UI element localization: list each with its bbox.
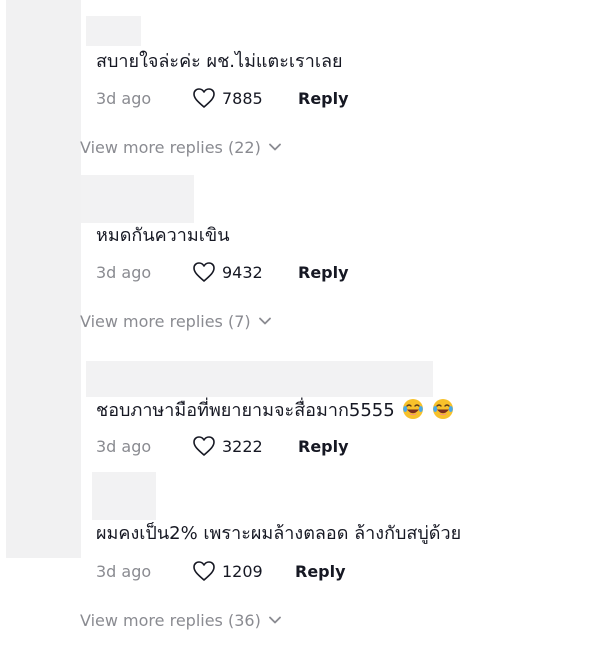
view-more-replies-label: View more replies (22) [80,137,261,157]
comment-meta: 3d ago 9432 Reply [96,260,349,284]
laughing-tears-emoji [433,399,454,419]
reply-button[interactable]: Reply [298,263,349,282]
like-count: 9432 [222,262,263,282]
comment-meta: 3d ago 3222 Reply [96,434,349,458]
comment-timestamp: 3d ago [96,561,152,581]
view-more-replies-button[interactable]: View more replies (7) [80,309,271,333]
comment-text: สบายใจล่ะค่ะ ผช.ไม่แตะเราเลย [96,51,343,72]
reply-button[interactable]: Reply [295,562,346,581]
hidden-username [81,175,194,223]
chevron-down-icon [268,616,281,624]
comment-text-body: ชอบภาษามือที่พยายามจะสื่อมาก5555 [96,400,395,421]
heart-outline-icon [193,88,215,108]
view-more-replies-button[interactable]: View more replies (36) [80,608,281,632]
heart-outline-icon [193,262,215,282]
hidden-avatar-column [6,0,81,558]
like-count: 3222 [222,436,263,456]
heart-outline-icon [193,561,215,581]
hidden-username [86,16,141,46]
like-button[interactable]: 3222 [192,435,298,457]
comment-text: ชอบภาษามือที่พยายามจะสื่อมาก5555 [96,398,454,423]
comment-text: หมดกันความเขิน [96,225,230,246]
comment-meta: 3d ago 1209 Reply [96,559,346,583]
like-button[interactable]: 1209 [192,560,295,582]
heart-outline-icon [193,436,215,456]
chevron-down-icon [258,317,271,325]
comment-text: ผมคงเป็น2% เพราะผมล้างตลอด ล้างกับสบู่ด้… [96,523,462,544]
view-more-replies-label: View more replies (36) [80,610,261,630]
view-more-replies-label: View more replies (7) [80,311,251,331]
hidden-username [86,361,433,397]
hidden-username [92,472,156,520]
comment-timestamp: 3d ago [96,88,152,108]
comment-timestamp: 3d ago [96,262,152,282]
comment-timestamp: 3d ago [96,436,152,456]
reply-button[interactable]: Reply [298,437,349,456]
reply-button[interactable]: Reply [298,89,349,108]
like-button[interactable]: 9432 [192,261,298,283]
like-count: 7885 [222,88,263,108]
chevron-down-icon [268,143,281,151]
view-more-replies-button[interactable]: View more replies (22) [80,135,281,159]
comment-meta: 3d ago 7885 Reply [96,86,349,110]
like-count: 1209 [222,561,263,581]
like-button[interactable]: 7885 [192,87,298,109]
laughing-tears-emoji [403,399,424,419]
